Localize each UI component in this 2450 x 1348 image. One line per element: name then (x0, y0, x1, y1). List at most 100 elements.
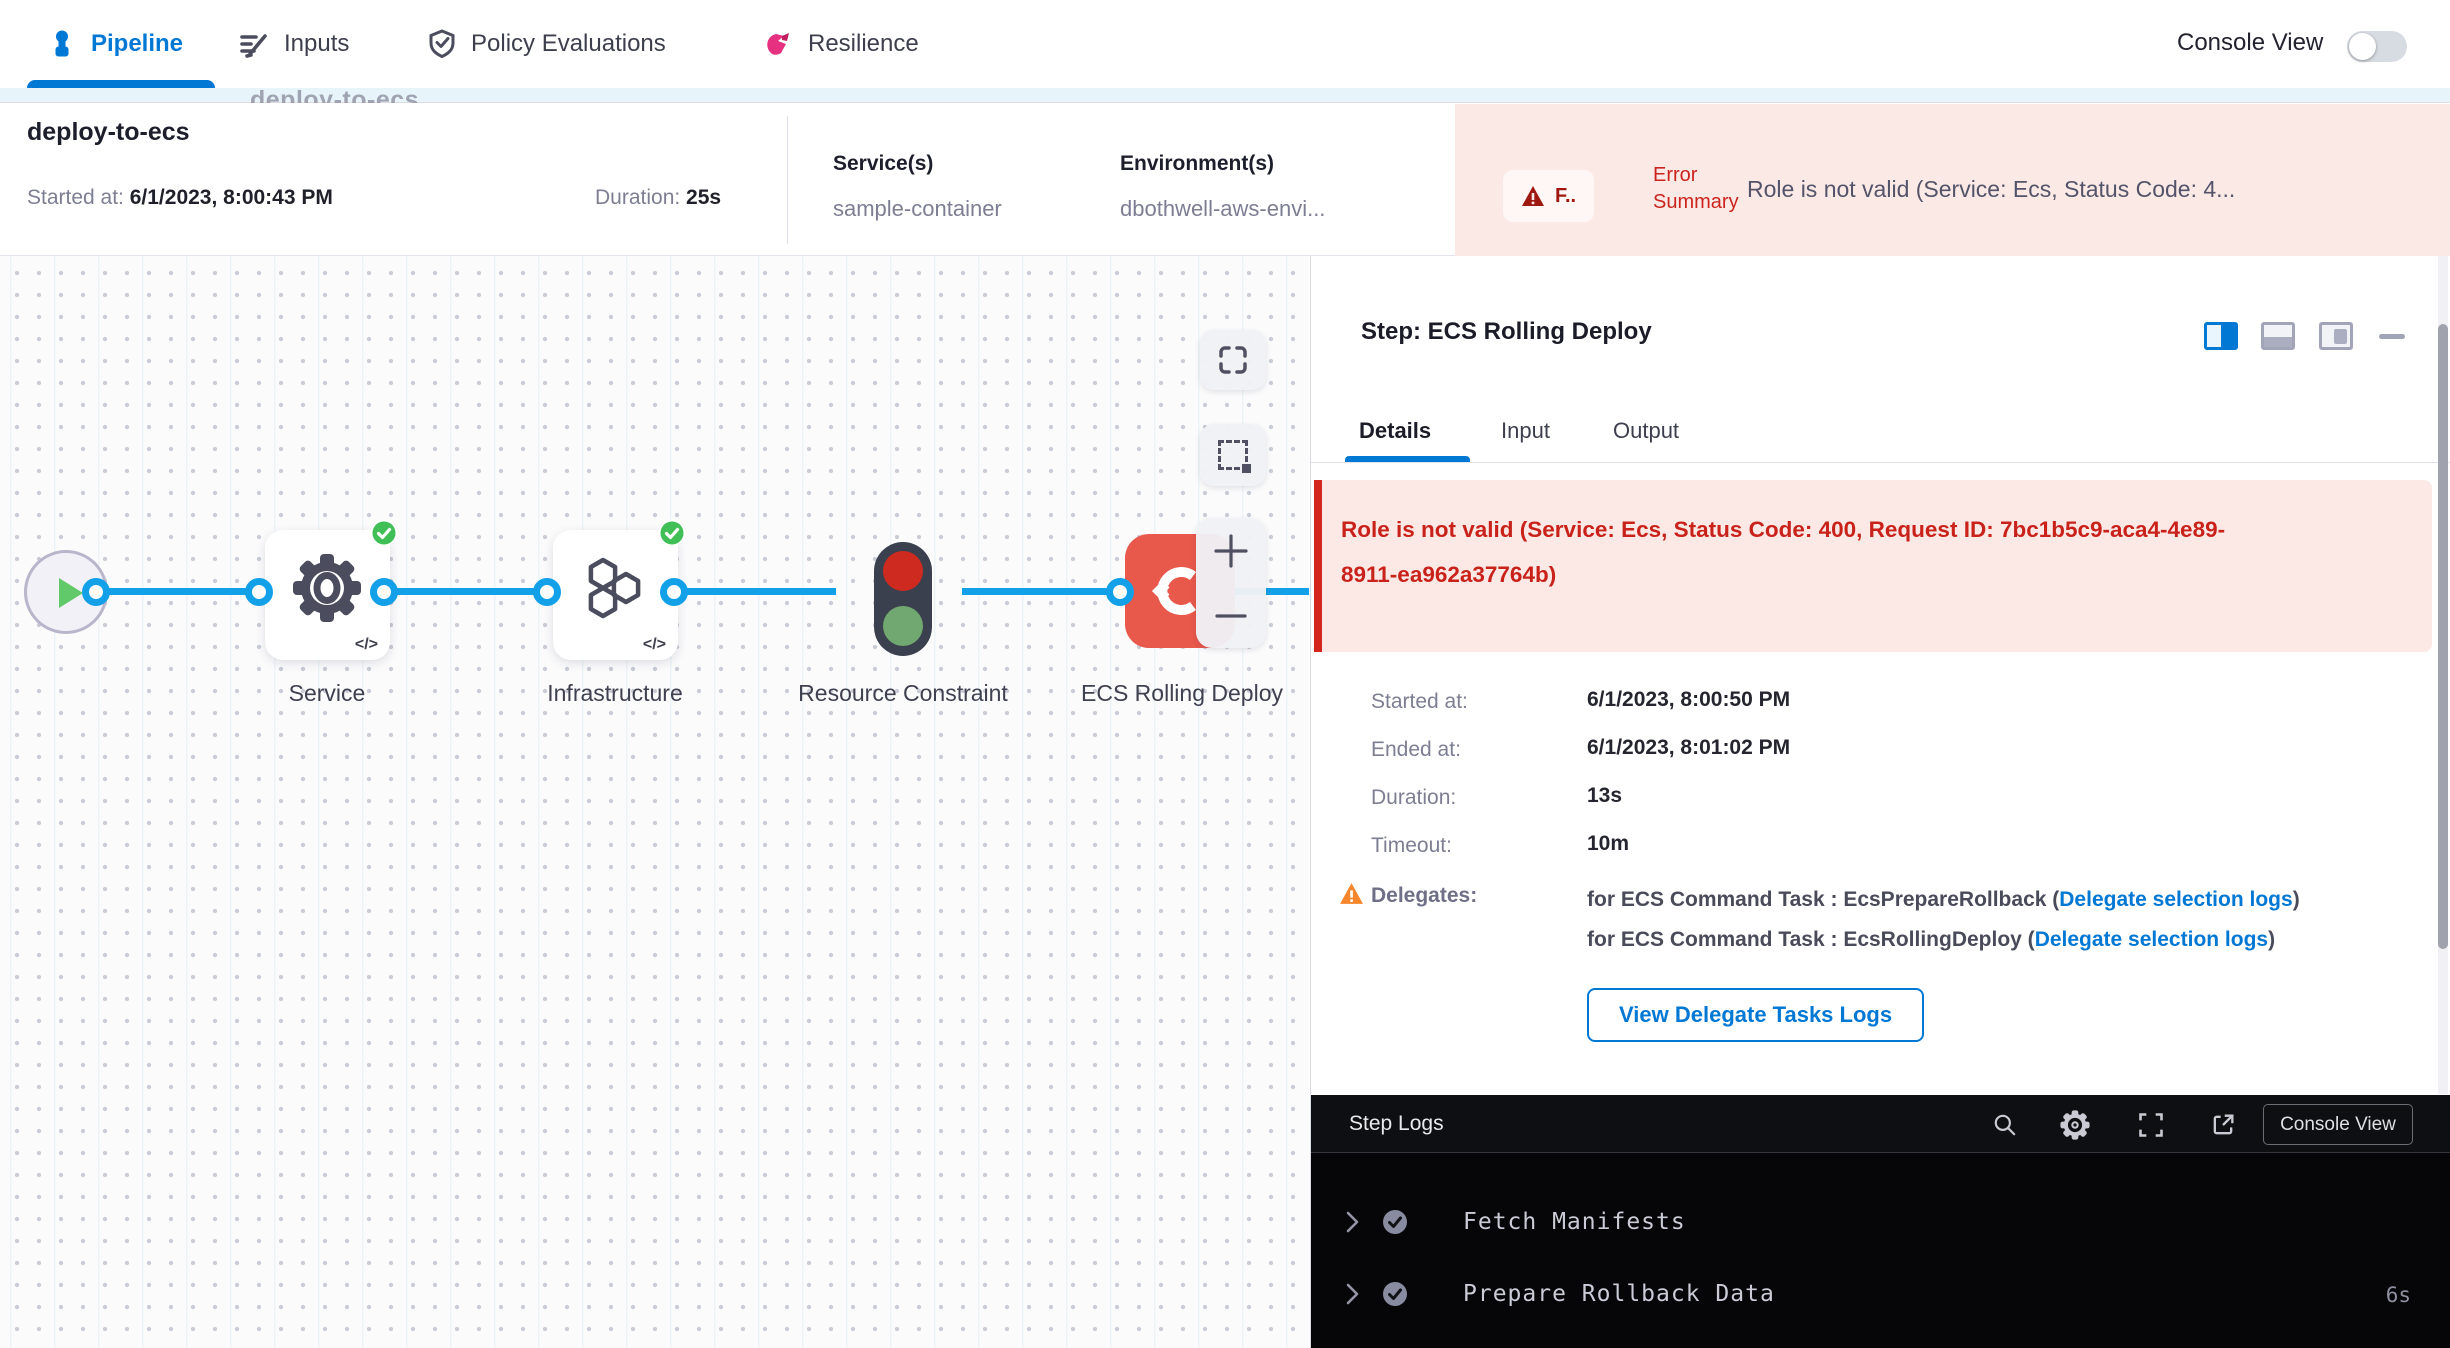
log-fullscreen-button[interactable] (2135, 1109, 2167, 1141)
timeout-value: 10m (1587, 832, 1629, 856)
delegates-warning-icon (1339, 882, 1364, 905)
toggle-knob (2349, 33, 2376, 60)
success-badge-icon (370, 519, 398, 547)
failure-warning-icon (1521, 185, 1545, 207)
pipeline-execution-page: Pipeline Inputs Policy Evaluations Resil… (0, 0, 2450, 1348)
delegate-line-2: for ECS Command Task : EcsRollingDeploy … (1587, 920, 2397, 959)
step-logs-header: Step Logs (1311, 1095, 2450, 1153)
delegates-info: for ECS Command Task : EcsPrepareRollbac… (1587, 880, 2397, 959)
status-badge[interactable]: F.. (1503, 170, 1594, 222)
zoom-in-button[interactable] (1196, 518, 1266, 583)
view-delegate-tasks-logs-button[interactable]: View Delegate Tasks Logs (1587, 988, 1924, 1042)
layout-bottom-view-icon[interactable] (2261, 322, 2295, 350)
minimize-panel-button[interactable] (2379, 334, 2405, 339)
tab-details[interactable]: Details (1359, 418, 1431, 444)
log-search-button[interactable] (1989, 1109, 2021, 1141)
duration-label: Duration: (1371, 786, 1456, 810)
log-open-new-tab-button[interactable] (2207, 1109, 2239, 1141)
tab-input[interactable]: Input (1501, 418, 1550, 444)
tab-label: Resilience (808, 30, 919, 58)
log-section-prepare-rollback-data[interactable]: Prepare Rollback Data 6s (1311, 1267, 2450, 1323)
tab-pipeline[interactable]: Pipeline (47, 0, 183, 88)
delegate-selection-logs-link[interactable]: Delegate selection logs (2059, 888, 2292, 911)
ended-at-value: 6/1/2023, 8:01:02 PM (1587, 736, 1790, 760)
started-at-value: 6/1/2023, 8:00:50 PM (1587, 688, 1790, 712)
layout-right-view-icon[interactable] (2319, 322, 2353, 350)
fullscreen-icon (1217, 344, 1249, 376)
timeout-label: Timeout: (1371, 834, 1452, 858)
console-view-toggle[interactable] (2347, 31, 2407, 62)
connector-port (660, 578, 688, 606)
active-tab-underline (27, 80, 215, 88)
fullscreen-icon (2137, 1111, 2165, 1139)
console-view-label: Console View (2177, 29, 2323, 57)
connector-service-infra (384, 588, 547, 595)
node-resource-constraint[interactable] (874, 542, 932, 656)
canvas-fullscreen-button[interactable] (1200, 330, 1266, 390)
inputs-icon (238, 29, 270, 59)
panel-scrollbar-thumb[interactable] (2438, 324, 2448, 949)
node-label-service: Service (217, 672, 437, 714)
node-infrastructure[interactable]: </> (553, 530, 678, 660)
log-section-duration: 6s (2386, 1283, 2411, 1307)
chevron-right-icon (1341, 1209, 1363, 1235)
search-icon (1992, 1112, 2018, 1138)
tab-resilience[interactable]: Resilience (762, 0, 919, 88)
services-value[interactable]: sample-container (833, 196, 1002, 222)
started-at-line: Started at: 6/1/2023, 8:00:43 PM (27, 186, 333, 210)
delegate-line-1: for ECS Command Task : EcsPrepareRollbac… (1587, 880, 2397, 919)
step-error-message: Role is not valid (Service: Ecs, Status … (1341, 507, 2261, 597)
connector-infra-constraint (674, 588, 836, 595)
resilience-chaos-icon (762, 28, 794, 60)
node-label-infrastructure: Infrastructure (505, 672, 725, 714)
plus-icon (1213, 533, 1249, 569)
pipeline-icon (47, 29, 77, 59)
scrolled-pipeline-title: deploy-to-ecs (250, 86, 419, 103)
tab-policy-evaluations[interactable]: Policy Evaluations (427, 0, 666, 88)
step-panel-title: Step: ECS Rolling Deploy (1361, 318, 1652, 346)
services-label: Service(s) (833, 152, 933, 176)
gear-icon (2060, 1110, 2090, 1140)
step-logs-title: Step Logs (1349, 1112, 1444, 1136)
shield-check-icon (427, 28, 457, 60)
connector-start-service (96, 588, 259, 595)
canvas-multiselect-button[interactable] (1200, 424, 1266, 486)
started-at-label: Started at: (1371, 690, 1468, 714)
error-summary-area: F.. Error Summary Role is not valid (Ser… (1455, 104, 2450, 256)
header-divider (787, 116, 788, 244)
service-gear-icon (291, 552, 363, 624)
infrastructure-hexagons-icon (579, 552, 651, 624)
tab-label: Policy Evaluations (471, 30, 666, 58)
tabs-divider (1311, 462, 2450, 463)
log-console-view-button[interactable]: Console View (2263, 1104, 2413, 1145)
pipeline-name: deploy-to-ecs (27, 118, 190, 147)
tab-output[interactable]: Output (1613, 418, 1679, 444)
run-header: deploy-to-ecs Started at: 6/1/2023, 8:00… (0, 104, 2450, 256)
pipeline-canvas[interactable]: </> Service </> Infrastructure Resource … (0, 256, 1309, 1348)
duration-value: 13s (1587, 784, 1622, 808)
step-details-panel: Step: ECS Rolling Deploy Details Input O… (1310, 256, 2450, 1348)
connector-port (82, 578, 110, 606)
tab-inputs[interactable]: Inputs (238, 0, 349, 88)
code-glyph: </> (643, 636, 666, 654)
log-section-label: Fetch Manifests (1463, 1209, 1686, 1235)
step-error-banner: Role is not valid (Service: Ecs, Status … (1314, 480, 2432, 652)
canvas-zoom-control (1196, 518, 1266, 648)
delegate-selection-logs-link[interactable]: Delegate selection logs (2035, 928, 2268, 951)
tab-label: Pipeline (91, 30, 183, 58)
success-badge-icon (658, 519, 686, 547)
error-summary-text: Role is not valid (Service: Ecs, Status … (1747, 176, 2235, 203)
log-section-fetch-manifests[interactable]: Fetch Manifests (1311, 1195, 2450, 1251)
ended-at-label: Ended at: (1371, 738, 1461, 762)
layout-split-view-icon[interactable] (2204, 322, 2238, 350)
log-settings-button[interactable] (2059, 1109, 2091, 1141)
tab-label: Inputs (284, 30, 349, 58)
success-check-icon (1381, 1208, 1409, 1236)
environments-value[interactable]: dbothwell-aws-envi... (1120, 196, 1325, 222)
zoom-out-button[interactable] (1196, 583, 1266, 648)
chevron-right-icon (1341, 1281, 1363, 1307)
traffic-green-light (883, 606, 923, 646)
log-section-label: Prepare Rollback Data (1463, 1281, 1775, 1307)
delegates-label: Delegates: (1371, 884, 1477, 908)
play-icon (59, 578, 83, 608)
